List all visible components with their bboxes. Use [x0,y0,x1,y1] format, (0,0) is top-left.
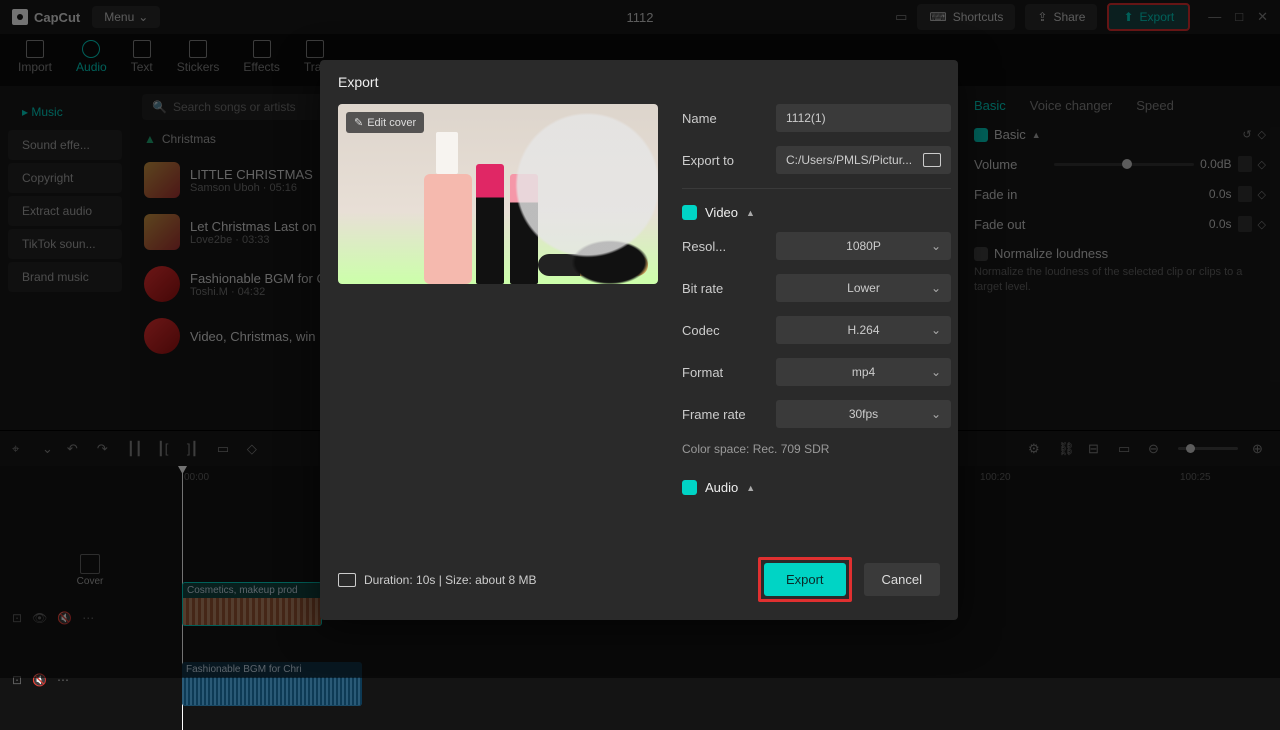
export-form: Name Export to C:/Users/PMLS/Pictur... V… [682,104,951,543]
export-title: Export [320,60,958,104]
resolution-select[interactable]: 1080P [776,232,951,260]
export-footer: Duration: 10s | Size: about 8 MB Export … [320,543,958,620]
cover-column: ✎ Edit cover [338,104,658,543]
film-icon [338,573,356,587]
folder-icon [923,153,941,167]
framerate-select[interactable]: 30fps [776,400,951,428]
video-section-header[interactable]: Video ▲ [682,205,951,220]
duration-info: Duration: 10s | Size: about 8 MB [338,573,537,587]
export-highlight: Export [758,557,852,602]
codec-select[interactable]: H.264 [776,316,951,344]
edit-cover-button[interactable]: ✎ Edit cover [346,112,424,133]
name-row: Name [682,104,951,132]
colorspace-text: Color space: Rec. 709 SDR [682,442,951,456]
cosmetics-illustration [424,174,472,284]
export-modal: Export ✎ Edit cover Name Export to [320,60,958,620]
export-confirm-button[interactable]: Export [764,563,846,596]
check-icon [682,480,697,495]
bitrate-select[interactable]: Lower [776,274,951,302]
audio-section-header[interactable]: Audio ▲ [682,480,951,495]
cover-preview: ✎ Edit cover [338,104,658,284]
exportto-row: Export to C:/Users/PMLS/Pictur... [682,146,951,174]
format-select[interactable]: mp4 [776,358,951,386]
caret-up-icon: ▲ [746,483,755,493]
check-icon [682,205,697,220]
pencil-icon: ✎ [354,116,363,129]
cancel-button[interactable]: Cancel [864,563,940,596]
export-path[interactable]: C:/Users/PMLS/Pictur... [776,146,951,174]
export-body: ✎ Edit cover Name Export to C:/Users/PML… [320,104,958,543]
caret-up-icon: ▲ [746,208,755,218]
name-input[interactable] [776,104,951,132]
